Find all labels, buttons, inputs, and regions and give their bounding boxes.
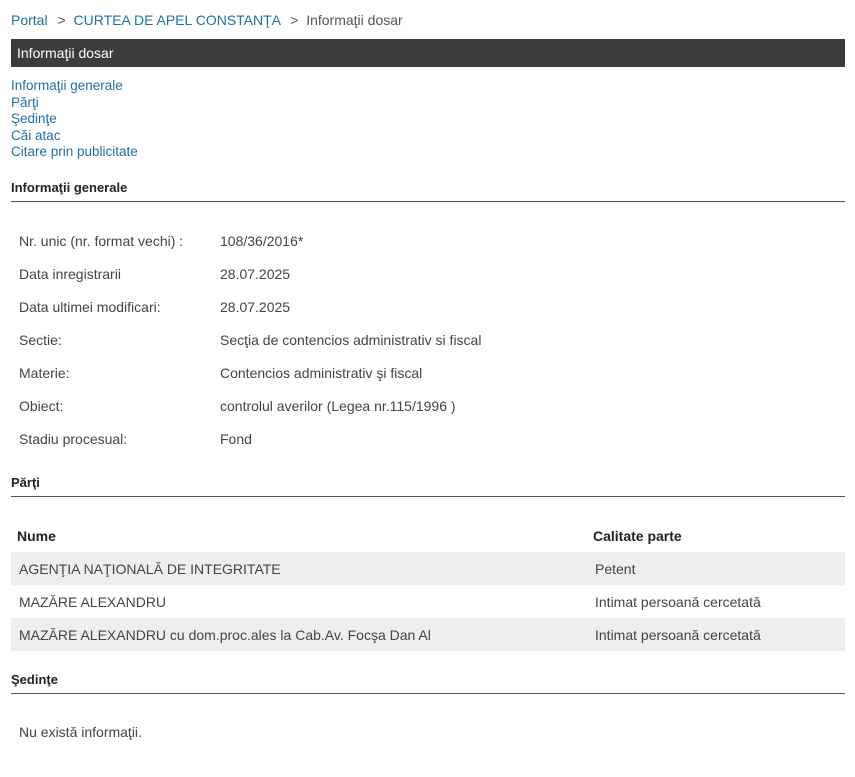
parti-table: Nume Calitate parte AGENŢIA NAŢIONALĂ DE…	[11, 519, 845, 651]
column-header-nume: Nume	[17, 527, 56, 544]
section-title: Părţi	[11, 475, 40, 490]
breadcrumb: Portal > CURTEA DE APEL CONSTANŢA > Info…	[11, 12, 403, 28]
column-header-calitate: Calitate parte	[593, 527, 682, 544]
breadcrumb-separator: >	[57, 12, 66, 28]
breadcrumb-current: Informaţii dosar	[306, 12, 403, 28]
section-title: Informaţii generale	[11, 180, 128, 195]
page-title: Informaţii dosar	[17, 45, 114, 61]
info-value: controlul averilor (Legea nr.115/1996 )	[220, 397, 456, 414]
section-nav: Informaţii generale Părţi Şedinţe Căi at…	[11, 78, 138, 161]
info-label: Obiect:	[19, 397, 64, 414]
info-row-data-inregistrarii: Data inregistrarii 28.07.2025	[11, 257, 845, 290]
section-header-parti: Părţi	[11, 475, 845, 497]
info-row-stadiu: Stadiu procesual: Fond	[11, 422, 845, 455]
nav-link-sedinte[interactable]: Şedinţe	[11, 111, 138, 128]
info-row-materie: Materie: Contencios administrativ şi fis…	[11, 356, 845, 389]
table-row: MAZĂRE ALEXANDRU cu dom.proc.ales la Cab…	[11, 618, 845, 651]
info-label: Nr. unic (nr. format vechi) :	[19, 232, 184, 249]
info-row-sectie: Sectie: Secţia de contencios administrat…	[11, 323, 845, 356]
nav-link-informatii-generale[interactable]: Informaţii generale	[11, 78, 138, 95]
info-value: 108/36/2016*	[220, 232, 304, 249]
general-info-table: Nr. unic (nr. format vechi) : 108/36/201…	[11, 224, 845, 455]
breadcrumb-portal-link[interactable]: Portal	[11, 12, 48, 28]
info-label: Sectie:	[19, 331, 62, 348]
table-cell-nume: MAZĂRE ALEXANDRU cu dom.proc.ales la Cab…	[19, 626, 431, 643]
nav-link-parti[interactable]: Părţi	[11, 95, 138, 112]
table-cell-calitate: Intimat persoană cercetată	[595, 626, 761, 643]
info-row-nr-unic: Nr. unic (nr. format vechi) : 108/36/201…	[11, 224, 845, 257]
section-title: Şedinţe	[11, 672, 58, 687]
info-label: Data inregistrarii	[19, 265, 121, 282]
page-title-bar: Informaţii dosar	[11, 39, 845, 67]
info-label: Data ultimei modificari:	[19, 298, 161, 315]
section-header-sedinte: Şedinţe	[11, 672, 845, 694]
section-header-general: Informaţii generale	[11, 180, 845, 202]
table-row: AGENŢIA NAŢIONALĂ DE INTEGRITATE Petent	[11, 552, 845, 585]
info-value: 28.07.2025	[220, 298, 291, 315]
sedinte-empty-message: Nu există informaţii.	[19, 724, 142, 740]
info-value: Secţia de contencios administrativ si fi…	[220, 331, 482, 348]
nav-link-citare-publicitate[interactable]: Citare prin publicitate	[11, 144, 138, 161]
breadcrumb-separator: >	[290, 12, 299, 28]
info-row-data-modificari: Data ultimei modificari: 28.07.2025	[11, 290, 845, 323]
info-row-obiect: Obiect: controlul averilor (Legea nr.115…	[11, 389, 845, 422]
table-cell-calitate: Petent	[595, 560, 636, 577]
info-value: Fond	[220, 430, 252, 447]
table-cell-calitate: Intimat persoană cercetată	[595, 593, 761, 610]
breadcrumb-court-link[interactable]: CURTEA DE APEL CONSTANŢA	[74, 12, 281, 28]
table-row: MAZĂRE ALEXANDRU Intimat persoană cercet…	[11, 585, 845, 618]
table-cell-nume: AGENŢIA NAŢIONALĂ DE INTEGRITATE	[19, 560, 281, 577]
table-cell-nume: MAZĂRE ALEXANDRU	[19, 593, 167, 610]
nav-link-cai-atac[interactable]: Căi atac	[11, 128, 138, 145]
info-label: Materie:	[19, 364, 70, 381]
table-header-row: Nume Calitate parte	[11, 519, 845, 552]
info-label: Stadiu procesual:	[19, 430, 128, 447]
info-value: Contencios administrativ şi fiscal	[220, 364, 423, 381]
info-value: 28.07.2025	[220, 265, 291, 282]
